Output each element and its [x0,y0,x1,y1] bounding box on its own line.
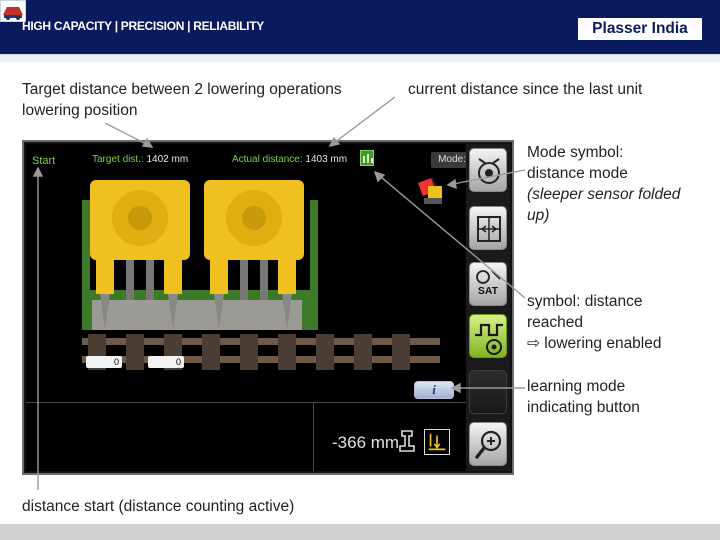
pointer-distance-reached [374,171,526,299]
pointer-mode-symbol [447,169,526,186]
pointer-actual-distance [329,96,396,147]
footer-band [0,524,720,540]
annotation-pointers [32,96,526,490]
